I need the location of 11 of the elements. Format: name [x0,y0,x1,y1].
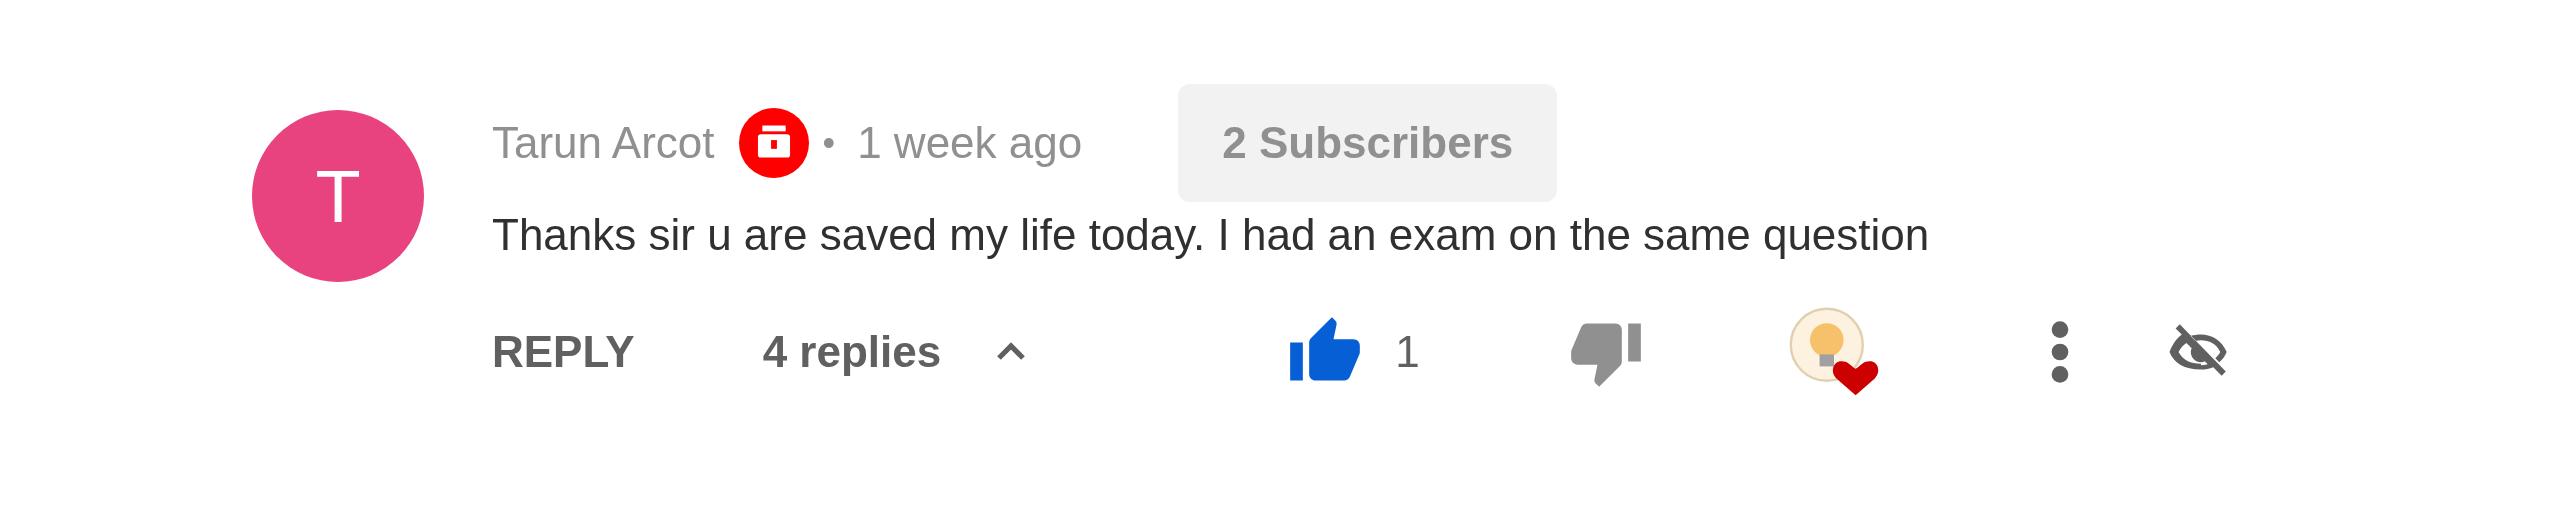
replies-toggle[interactable]: 4 replies [762,319,1036,385]
separator-dot: • [822,121,836,165]
like-count: 1 [1395,326,1420,378]
more-icon[interactable] [2049,320,2070,384]
comment-time[interactable]: 1 week ago [857,110,1083,176]
avatar[interactable]: T [252,110,424,282]
author-name[interactable]: Tarun Arcot [492,110,715,176]
subscriber-count: 2 Subscribers [1178,84,1558,202]
gift-icon [738,108,809,178]
comment-text: Thanks sir u are saved my life today. I had an exam on the same question [492,209,1931,261]
reply-button[interactable]: REPLY [492,319,635,385]
